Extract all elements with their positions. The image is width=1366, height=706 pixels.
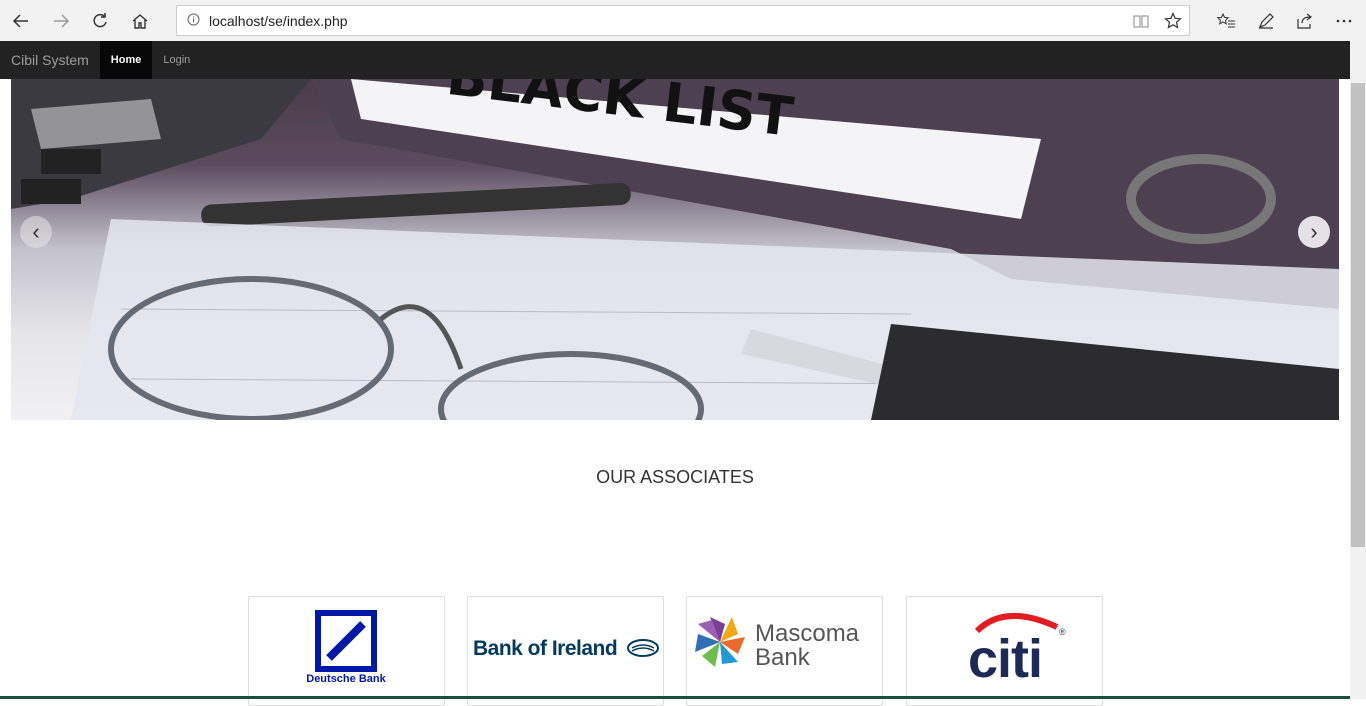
share-icon[interactable]: [1287, 6, 1323, 36]
favorite-star-icon[interactable]: [1157, 6, 1189, 35]
info-icon[interactable]: [177, 13, 209, 29]
citi-name: citi: [968, 629, 1042, 689]
page-scrollbar[interactable]: [1350, 41, 1366, 699]
favorites-hub-icon[interactable]: [1208, 6, 1244, 36]
image-carousel: BLACK LIST ‹ ›: [11, 79, 1339, 420]
bank-of-ireland-name: Bank of Ireland: [473, 637, 617, 660]
browser-toolbar: localhost/se/index.php: [0, 0, 1366, 41]
reading-view-icon[interactable]: [1125, 6, 1157, 35]
bank-of-ireland-logo: Bank of Ireland: [473, 637, 659, 660]
carousel-prev-button[interactable]: ‹: [20, 216, 52, 248]
chevron-left-icon: ‹: [32, 219, 40, 244]
mascoma-bank-card: Mascoma Bank: [686, 596, 883, 706]
url-text[interactable]: localhost/se/index.php: [209, 13, 1125, 29]
associates-heading: OUR ASSOCIATES: [596, 467, 754, 487]
mascoma-flower-icon: [695, 617, 745, 667]
address-bar[interactable]: localhost/se/index.php: [176, 5, 1190, 36]
carousel-slide-image: BLACK LIST: [11, 79, 1339, 420]
citi-card: citi ®: [906, 596, 1103, 706]
svg-text:®: ®: [1059, 627, 1066, 637]
mascoma-name-line2: Bank: [755, 644, 811, 671]
deutsche-bank-card: Deutsche Bank: [248, 596, 445, 706]
brand-link[interactable]: Cibil System: [0, 41, 100, 79]
deutsche-bank-logo: Deutsche Bank: [306, 610, 387, 685]
citi-logo: citi ®: [968, 613, 1066, 689]
mascoma-bank-logo: Mascoma Bank: [695, 617, 860, 671]
carousel-next-button[interactable]: ›: [1298, 216, 1330, 248]
back-arrow-icon[interactable]: [6, 6, 36, 36]
chevron-right-icon: ›: [1310, 219, 1318, 244]
deutsche-bank-name: Deutsche Bank: [306, 673, 386, 685]
bank-of-ireland-card: Bank of Ireland: [467, 596, 664, 706]
nav-home[interactable]: Home: [99, 41, 153, 79]
forward-arrow-icon[interactable]: [46, 6, 76, 36]
home-icon[interactable]: [125, 6, 155, 36]
scrollbar-thumb[interactable]: [1351, 83, 1365, 547]
site-navbar: Cibil System Home Login: [0, 41, 1350, 79]
nav-login[interactable]: Login: [152, 41, 201, 79]
refresh-icon[interactable]: [85, 6, 115, 36]
more-menu-icon[interactable]: [1326, 6, 1362, 36]
pen-icon[interactable]: [1248, 6, 1284, 36]
mascoma-name-line1: Mascoma: [755, 620, 860, 647]
